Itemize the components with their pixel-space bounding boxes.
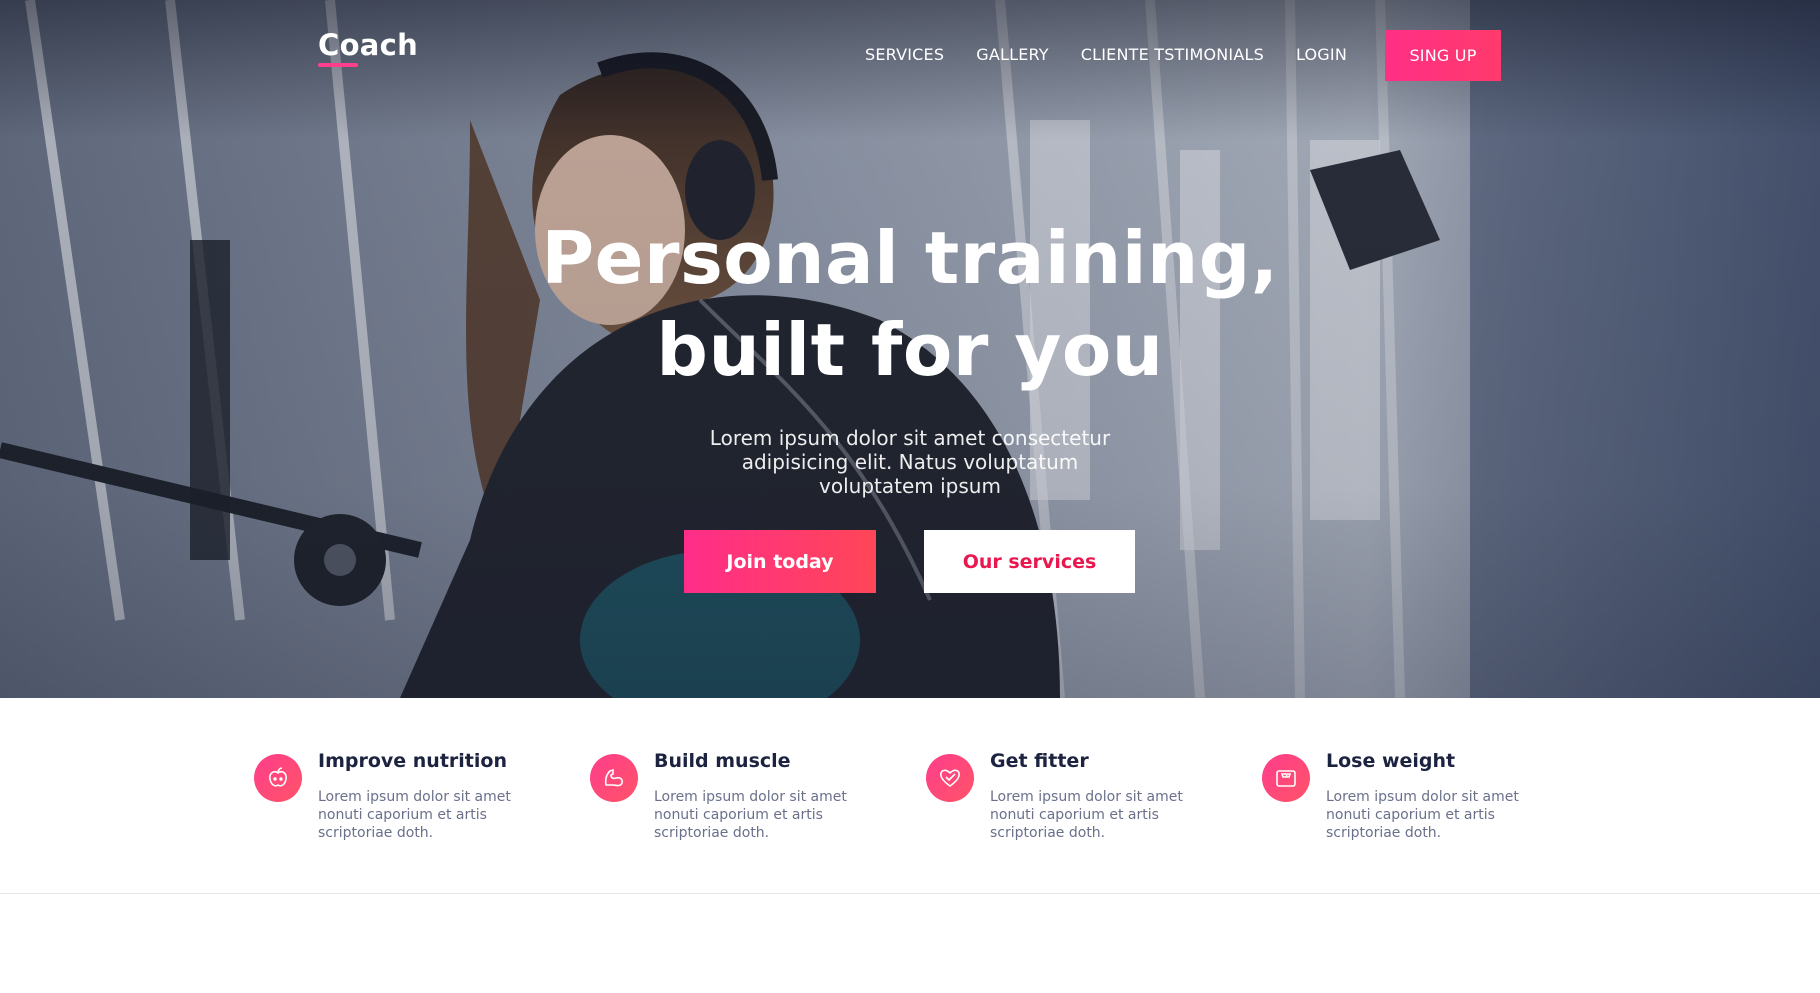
our-services-button[interactable]: Our services (924, 530, 1135, 593)
feature-build-muscle: Build muscle Lorem ipsum dolor sit amet … (590, 750, 890, 860)
brand-logo[interactable]: Coach (318, 28, 418, 62)
apple-icon (254, 754, 302, 802)
feature-text: Lorem ipsum dolor sit amet nonuti capori… (1326, 789, 1519, 841)
feature-title: Get fitter (990, 750, 1089, 772)
nav-link-login[interactable]: LOGIN (1296, 45, 1347, 64)
hero-section: Coach SERVICES GALLERY CLIENTE TSTIMONIA… (0, 0, 1820, 698)
nav-link-services[interactable]: SERVICES (865, 45, 944, 64)
features-section: Improve nutrition Lorem ipsum dolor sit … (0, 698, 1820, 894)
feature-title: Improve nutrition (318, 750, 507, 772)
feature-text: Lorem ipsum dolor sit amet nonuti capori… (654, 789, 847, 841)
flexed-arm-icon (590, 754, 638, 802)
logo-underline (318, 63, 358, 67)
nav-links: SERVICES GALLERY CLIENTE TSTIMONIALS LOG… (865, 45, 1379, 64)
join-today-button[interactable]: Join today (684, 530, 876, 593)
feature-lose-weight: Lose weight Lorem ipsum dolor sit amet n… (1262, 750, 1562, 860)
nav-link-gallery[interactable]: GALLERY (976, 45, 1049, 64)
hero-title-line-1: Personal training, (541, 216, 1279, 300)
hero-title-line-2: built for you (656, 308, 1164, 392)
scale-icon (1262, 754, 1310, 802)
hero-subtitle: Lorem ipsum dolor sit amet consectetur a… (709, 426, 1111, 498)
heart-check-icon (926, 754, 974, 802)
feature-text: Lorem ipsum dolor sit amet nonuti capori… (990, 789, 1183, 841)
hero-title: Personal training, built for you (410, 212, 1410, 396)
feature-title: Lose weight (1326, 750, 1456, 772)
signup-button[interactable]: SING UP (1385, 30, 1501, 81)
feature-text: Lorem ipsum dolor sit amet nonuti capori… (318, 789, 511, 841)
feature-improve-nutrition: Improve nutrition Lorem ipsum dolor sit … (254, 750, 554, 860)
feature-get-fitter: Get fitter Lorem ipsum dolor sit amet no… (926, 750, 1226, 860)
section-divider (0, 893, 1820, 894)
top-navigation: Coach SERVICES GALLERY CLIENTE TSTIMONIA… (0, 0, 1820, 110)
nav-link-testimonials[interactable]: CLIENTE TSTIMONIALS (1081, 45, 1264, 64)
feature-title: Build muscle (654, 750, 791, 772)
